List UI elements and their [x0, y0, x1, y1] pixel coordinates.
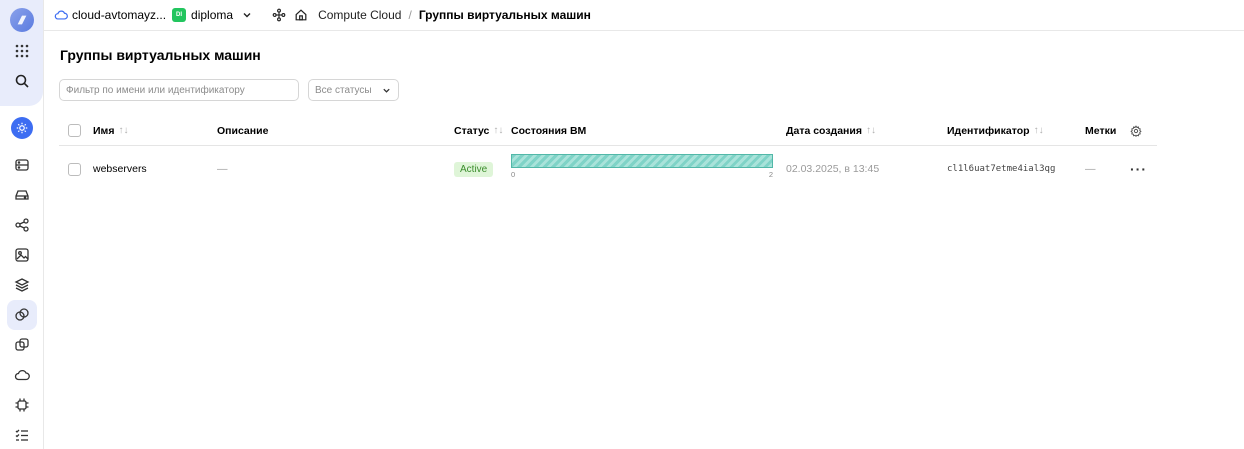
vm-states-bar: 0 2	[511, 154, 773, 180]
column-status-label: Статус	[454, 124, 490, 137]
column-description: Описание	[217, 116, 268, 145]
column-labels: Метки	[1085, 116, 1116, 145]
breadcrumb-current: Группы виртуальных машин	[418, 8, 591, 22]
sort-icon[interactable]: ↑↓	[493, 125, 503, 136]
logo-icon[interactable]	[10, 8, 34, 32]
column-created[interactable]: Дата создания ↑↓	[786, 116, 876, 145]
vm-min-label: 0	[511, 170, 516, 179]
search-icon[interactable]	[7, 66, 37, 96]
column-status[interactable]: Статус ↑↓	[454, 116, 503, 145]
layers-icon[interactable]	[7, 270, 37, 300]
chevron-down-icon[interactable]	[242, 10, 252, 20]
column-id[interactable]: Идентификатор ↑↓	[947, 116, 1044, 145]
column-name-label: Имя	[93, 124, 115, 137]
column-created-label: Дата создания	[786, 124, 862, 137]
row-checkbox[interactable]	[68, 162, 81, 176]
top-header: cloud-avtomayz... DI diploma Compute Clo…	[44, 0, 1244, 31]
row-description: —	[217, 163, 228, 175]
home-icon[interactable]	[294, 8, 308, 22]
breadcrumb-separator: /	[408, 8, 412, 22]
row-name[interactable]: webservers	[93, 146, 147, 192]
apps-grid-icon[interactable]	[7, 36, 37, 66]
table-row[interactable]: webservers — Active 0 2 02.03.2025, в 13…	[59, 146, 1157, 192]
sidebar	[0, 0, 44, 449]
compute-cloud-icon[interactable]	[11, 117, 33, 139]
row-created: 02.03.2025, в 13:45	[786, 163, 880, 175]
vm-running-segment	[511, 154, 773, 168]
chevron-down-icon	[383, 88, 390, 93]
status-select[interactable]: Все статусы	[308, 79, 399, 101]
column-labels-label: Метки	[1085, 124, 1117, 137]
row-id[interactable]: cl1l6uat7etme4ial3qg	[947, 146, 1055, 192]
column-vm-states: Состояния ВМ	[511, 116, 586, 145]
status-select-value: Все статусы	[315, 84, 372, 96]
page-title: Группы виртуальных машин	[60, 47, 261, 63]
row-labels: —	[1085, 163, 1096, 175]
row-status-cell: Active	[454, 146, 494, 192]
column-vm-states-label: Состояния ВМ	[511, 124, 587, 137]
sort-icon[interactable]: ↑↓	[1034, 125, 1044, 136]
chip-icon[interactable]	[7, 390, 37, 420]
copy-icon[interactable]	[7, 330, 37, 360]
sort-icon[interactable]: ↑↓	[118, 125, 128, 136]
cloud-icon[interactable]	[7, 360, 37, 390]
column-id-label: Идентификатор	[947, 124, 1030, 137]
status-badge: Active	[454, 161, 494, 177]
breadcrumb-service[interactable]: Compute Cloud	[318, 8, 401, 22]
server-icon[interactable]	[7, 150, 37, 180]
instance-groups-icon[interactable]	[7, 300, 37, 330]
cloud-selector[interactable]: cloud-avtomayz...	[72, 8, 166, 22]
table-header: Имя ↑↓ Описание Статус ↑↓ Состояния ВМ Д…	[59, 116, 1157, 146]
folder-badge: DI	[172, 8, 187, 22]
filter-input[interactable]	[59, 79, 299, 101]
row-select-cell	[68, 146, 81, 192]
column-description-label: Описание	[217, 124, 269, 137]
folder-selector[interactable]: diploma	[191, 8, 233, 22]
disk-icon[interactable]	[7, 180, 37, 210]
app-root: cloud-avtomayz... DI diploma Compute Clo…	[0, 0, 1244, 449]
image-icon[interactable]	[7, 240, 37, 270]
vm-max-label: 2	[768, 170, 773, 179]
cloud-icon	[54, 8, 68, 22]
sort-icon[interactable]: ↑↓	[866, 125, 876, 136]
checklist-icon[interactable]	[7, 420, 37, 449]
column-name[interactable]: Имя ↑↓	[93, 116, 128, 145]
share-icon[interactable]	[7, 210, 37, 240]
nodes-icon[interactable]	[272, 8, 286, 22]
gear-icon[interactable]	[1130, 116, 1142, 145]
select-all-cell	[68, 116, 81, 145]
select-all-checkbox[interactable]	[68, 124, 81, 137]
row-actions-button[interactable]: ···	[1130, 146, 1147, 192]
